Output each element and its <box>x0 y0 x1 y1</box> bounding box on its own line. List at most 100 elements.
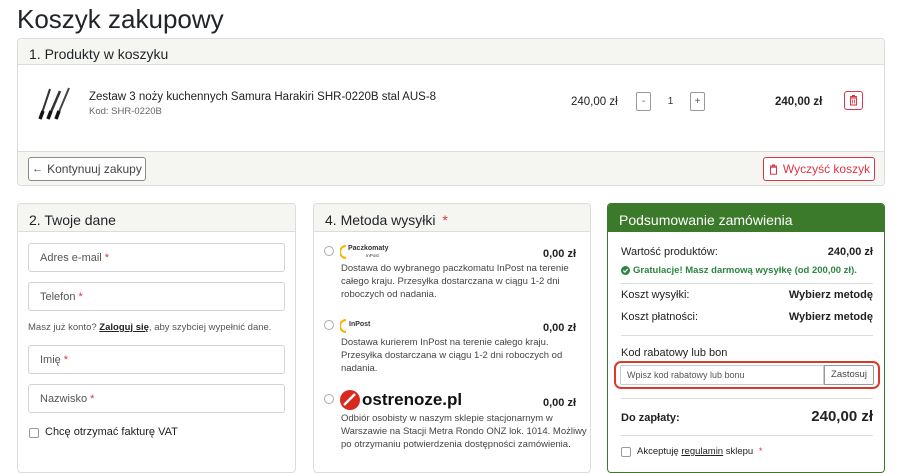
first-name-placeholder: Imię <box>40 353 61 366</box>
required-mark: * <box>442 212 448 228</box>
shipping-cost-row: Koszt wysyłki: Wybierz metodę <box>621 289 873 301</box>
clear-cart-button[interactable]: Wyczyść koszyk <box>763 157 875 181</box>
summary-header-title: Podsumowanie zamówienia <box>619 212 793 228</box>
shipping-description: Odbiór osobisty w naszym sklepie stacjon… <box>341 413 587 450</box>
coupon-placeholder: Wpisz kod rabatowy lub bonu <box>627 370 745 380</box>
email-placeholder: Adres e-mail <box>40 251 102 264</box>
total-row: Do zapłaty: 240,00 zł <box>621 408 873 425</box>
shipping-option[interactable]: InPost 0,00 zł Dostawa kurierem InPost n… <box>314 315 590 387</box>
trash-icon <box>769 164 777 175</box>
last-name-field[interactable]: Nazwisko * <box>28 384 285 413</box>
required-mark: * <box>63 353 69 366</box>
cart-footer: ← Kontynuuj zakupy Wyczyść koszyk <box>18 151 884 185</box>
shipping-option[interactable]: ostrenoze.pl 0,00 zł Odbiór osobisty w n… <box>314 388 590 472</box>
products-value-label: Wartość produktów: <box>621 246 718 258</box>
free-shipping-text: Gratulacje! Masz darmową wysyłkę (od 200… <box>633 265 857 276</box>
check-circle-icon <box>621 266 630 275</box>
terms-prefix: Akceptuję <box>637 446 679 457</box>
product-code: Kod: SHR-0220B <box>89 106 162 117</box>
total-value: 240,00 zł <box>811 408 873 425</box>
terms-label: Akceptuję regulamin sklepu * <box>637 446 763 457</box>
paczkomaty-logo: Paczkomaty InPost <box>340 244 400 260</box>
terms-suffix: sklepu <box>725 446 754 457</box>
first-name-field[interactable]: Imię * <box>28 345 285 374</box>
customer-header: 2. Twoje dane <box>18 204 295 232</box>
phone-placeholder: Telefon <box>40 290 76 303</box>
login-prompt-text: Masz już konto? <box>28 322 97 333</box>
page-title: Koszyk zakupowy <box>17 4 224 34</box>
login-prompt-suffix: , aby szybciej wypełnić dane. <box>148 322 272 333</box>
shipping-radio[interactable] <box>324 394 334 404</box>
required-mark: * <box>78 290 83 303</box>
email-field[interactable]: Adres e-mail * <box>28 243 285 272</box>
phone-field[interactable]: Telefon * <box>28 282 285 311</box>
quantity-input[interactable]: 1 <box>655 92 686 111</box>
payment-cost-row: Koszt płatności: Wybierz metodę <box>621 311 873 323</box>
shipping-description: Dostawa do wybranego paczkomatu InPost n… <box>341 263 569 300</box>
products-value-row: Wartość produktów: 240,00 zł <box>621 246 873 258</box>
coupon-input[interactable]: Wpisz kod rabatowy lub bonu <box>620 365 824 385</box>
paczkomaty-logo-text: Paczkomaty <box>348 245 389 252</box>
shipping-price: 0,00 zł <box>543 248 577 260</box>
last-name-placeholder: Nazwisko <box>40 392 88 405</box>
customer-header-title: 2. Twoje dane <box>29 212 116 228</box>
quantity-stepper: - 1 + <box>636 92 705 111</box>
remove-item-button[interactable] <box>844 91 863 110</box>
unit-price: 240,00 zł <box>571 96 618 108</box>
shipping-card: 4. Metoda wysyłki * Paczkomaty InPost 0,… <box>313 203 591 473</box>
payment-cost-label: Koszt płatności: <box>621 311 699 323</box>
shipping-price: 0,00 zł <box>543 397 577 409</box>
paczkomaty-logo-sub: InPost <box>366 253 379 258</box>
shipping-header-title: 4. Metoda wysyłki <box>325 212 436 228</box>
continue-shopping-label: Kontynuuj zakupy <box>47 162 142 176</box>
vat-invoice-checkbox[interactable] <box>29 428 39 438</box>
inpost-logo-icon <box>340 319 347 333</box>
ostrenoze-logo-icon <box>340 390 360 410</box>
required-mark: * <box>90 392 95 405</box>
shipping-description: Dostawa kurierem InPost na terenie całeg… <box>341 337 563 374</box>
total-label: Do zapłaty: <box>621 412 680 424</box>
divider <box>621 398 873 399</box>
customer-card: 2. Twoje dane Adres e-mail * Telefon * Mas… <box>17 203 296 473</box>
shipping-price: 0,00 zł <box>543 322 577 334</box>
product-name[interactable]: Zestaw 3 noży kuchennych Samura Harakiri… <box>89 91 436 103</box>
ostrenoze-logo: ostrenoze.pl <box>339 388 489 412</box>
divider <box>621 435 873 436</box>
vat-invoice-label[interactable]: Chcę otrzymać fakturę VAT <box>45 426 178 438</box>
coupon-apply-button[interactable]: Zastosuj <box>824 365 874 385</box>
inpost-logo-text: InPost <box>349 321 371 328</box>
clear-cart-label: Wyczyść koszyk <box>782 162 871 176</box>
inpost-logo-icon <box>340 245 347 259</box>
login-link[interactable]: Zaloguj się <box>99 322 149 333</box>
divider <box>621 283 873 284</box>
divider <box>621 335 873 336</box>
payment-cost-value: Wybierz metodę <box>788 311 873 323</box>
free-shipping-note: Gratulacje! Masz darmową wysyłkę (od 200… <box>621 265 857 276</box>
trash-icon <box>849 95 858 106</box>
required-mark: * <box>104 251 110 264</box>
products-value: 240,00 zł <box>827 246 873 258</box>
terms-link[interactable]: regulamin <box>681 446 723 457</box>
shipping-option[interactable]: Paczkomaty InPost 0,00 zł Dostawa do wyb… <box>314 240 590 312</box>
shipping-header: 4. Metoda wysyłki * <box>314 204 590 232</box>
cart-item-row: Zestaw 3 noży kuchennych Samura Harakiri… <box>18 65 884 151</box>
continue-shopping-button[interactable]: ← Kontynuuj zakupy <box>28 157 146 181</box>
cart-header: 1. Produkty w koszyku <box>18 39 884 65</box>
shipping-radio[interactable] <box>324 246 334 256</box>
shipping-cost-value: Wybierz metodę <box>788 289 873 301</box>
cart-header-title: 1. Produkty w koszyku <box>29 46 169 62</box>
shipping-radio[interactable] <box>324 320 334 330</box>
ostrenoze-logo-text: ostrenoze.pl <box>362 390 463 409</box>
coupon-label: Kod rabatowy lub bon <box>621 347 728 359</box>
arrow-left-icon: ← <box>32 163 44 175</box>
shipping-cost-label: Koszt wysyłki: <box>621 289 690 301</box>
login-prompt: Masz już konto? Zaloguj się, aby szybcie… <box>28 322 271 333</box>
quantity-decrease-button[interactable]: - <box>636 92 651 111</box>
line-total: 240,00 zł <box>775 96 823 108</box>
summary-header: Podsumowanie zamówienia <box>608 204 884 232</box>
required-mark: * <box>758 446 763 457</box>
inpost-logo: InPost <box>340 318 380 334</box>
cart-card: 1. Produkty w koszyku Zestaw 3 noży kuch… <box>17 38 885 186</box>
terms-checkbox[interactable] <box>621 447 631 457</box>
quantity-increase-button[interactable]: + <box>690 92 705 111</box>
